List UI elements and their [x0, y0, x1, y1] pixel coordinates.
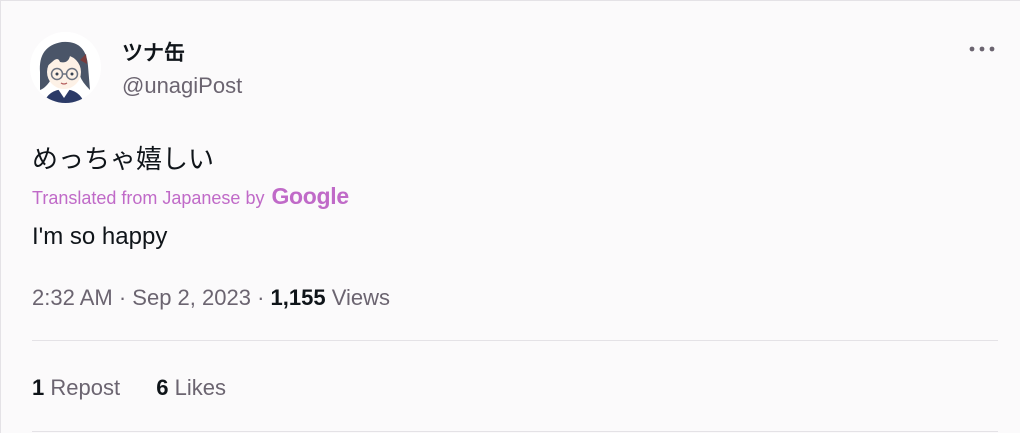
translated-label: Translated from Japanese by — [32, 188, 265, 208]
divider — [32, 431, 998, 432]
tweet-text: めっちゃ嬉しい — [32, 145, 215, 175]
engagement-stats: 1 Repost 6 Likes — [32, 375, 256, 401]
tweet-time[interactable]: 2:32 AM — [32, 285, 113, 310]
reposts-label: Repost — [50, 375, 121, 400]
display-name[interactable]: ツナ缶 — [122, 37, 185, 67]
google-logo: Google — [271, 183, 349, 209]
likes-stat[interactable]: 6 Likes — [156, 375, 226, 401]
translated-text: I'm so happy — [32, 223, 168, 250]
likes-count: 6 — [156, 375, 169, 400]
views-count: 1,155 — [270, 285, 326, 310]
tweet-date[interactable]: Sep 2, 2023 — [132, 285, 251, 310]
reposts-stat[interactable]: 1 Repost — [32, 375, 120, 401]
anime-avatar-icon — [30, 32, 101, 103]
tweet-meta: 2:32 AM · Sep 2, 2023 · 1,155 Views — [32, 285, 390, 311]
tweet-card: ツナ缶 @unagiPost めっちゃ嬉しい Translated from J… — [0, 0, 1020, 433]
user-handle[interactable]: @unagiPost — [122, 73, 242, 99]
translation-attribution[interactable]: Translated from Japanese by Google — [32, 183, 349, 210]
more-options-button[interactable] — [962, 34, 1002, 64]
user-avatar[interactable] — [30, 32, 101, 103]
more-dots-icon — [969, 46, 995, 52]
likes-label: Likes — [174, 375, 226, 400]
meta-separator: · — [257, 285, 265, 310]
divider — [32, 340, 998, 341]
meta-separator: · — [118, 285, 127, 310]
reposts-count: 1 — [32, 375, 45, 400]
views-label: Views — [331, 285, 391, 310]
